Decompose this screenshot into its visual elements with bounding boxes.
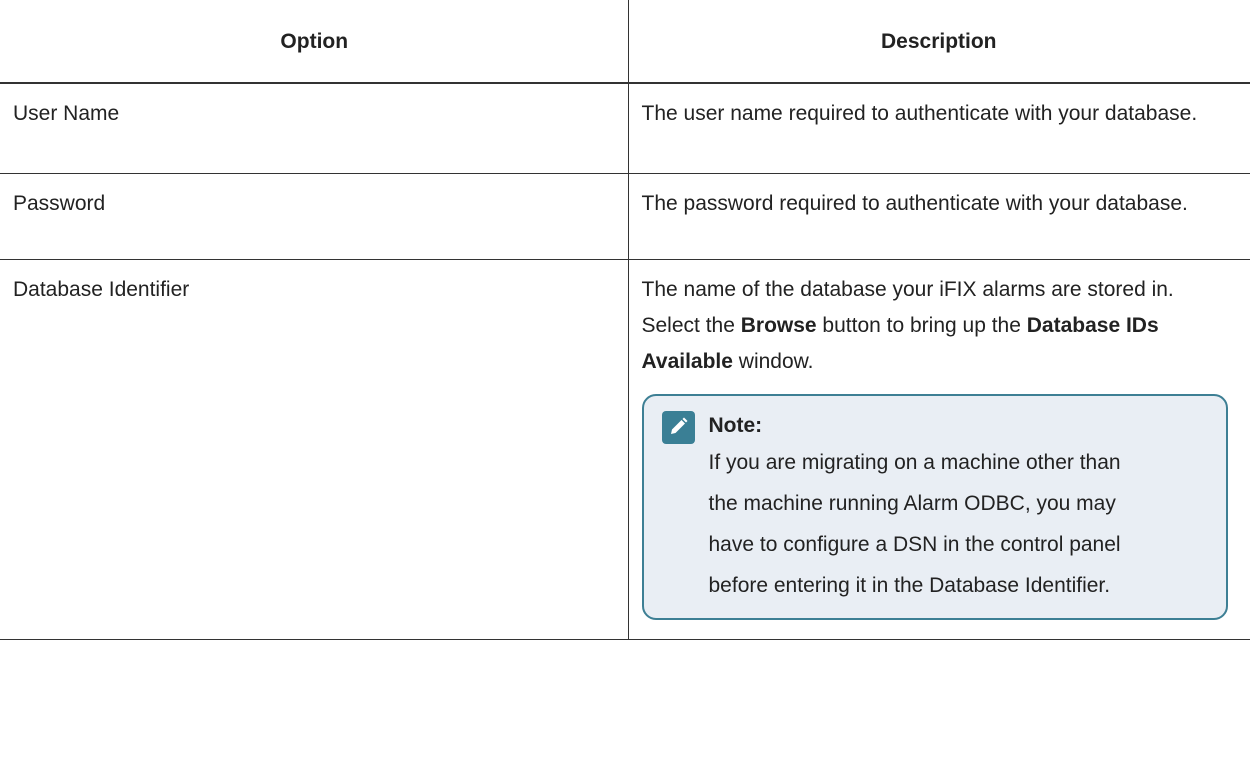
note-box: Note: If you are migrating on a machine … (641, 393, 1228, 620)
description-cell: The password required to authenticate wi… (627, 172, 1250, 260)
table-header-row: Option Description (0, 0, 1250, 84)
note-body: Note: If you are migrating on a machine … (709, 410, 1208, 606)
description-text-part: window. (732, 349, 814, 373)
option-cell: User Name (0, 82, 629, 174)
table-row: Password The password required to authen… (0, 172, 1250, 260)
header-description: Description (627, 0, 1250, 84)
description-cell: The user name required to authenticate w… (627, 82, 1250, 174)
pencil-icon (661, 410, 695, 444)
table-row: User Name The user name required to auth… (0, 82, 1250, 174)
browse-term: Browse (740, 313, 817, 337)
option-cell: Database Identifier (0, 258, 629, 640)
description-cell: The name of the database your iFIX alarm… (627, 258, 1250, 640)
options-table: Option Description User Name The user na… (0, 0, 1250, 640)
note-title: Note: (708, 413, 763, 437)
note-text: If you are migrating on a machine other … (708, 450, 1121, 597)
header-option: Option (0, 0, 629, 84)
description-text-part: button to bring up the (816, 313, 1027, 337)
table-row: Database Identifier The name of the data… (0, 258, 1250, 640)
description-text: The name of the database your iFIX alarm… (642, 278, 1174, 373)
option-cell: Password (0, 172, 629, 260)
